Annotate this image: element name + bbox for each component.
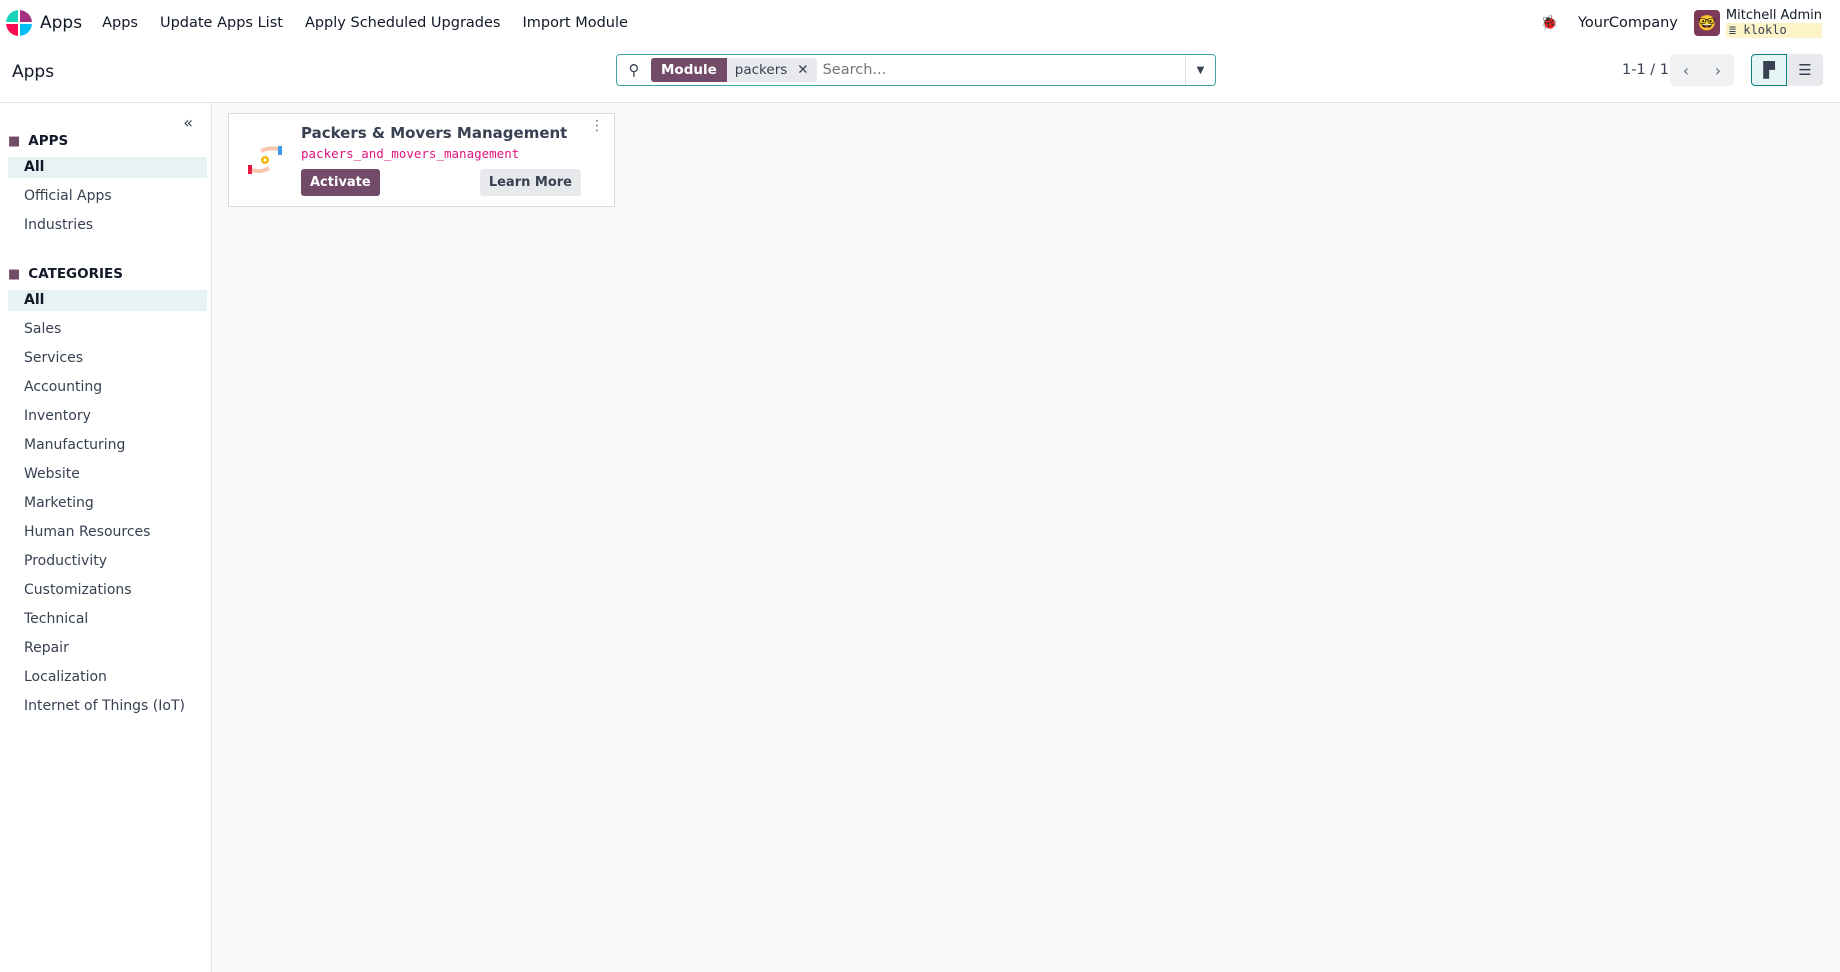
app-icon	[229, 114, 301, 206]
menu-apply-scheduled-upgrades[interactable]: Apply Scheduled Upgrades	[305, 15, 501, 31]
odoo-apps-logo-icon[interactable]	[6, 10, 32, 36]
search-bar: ⚲ Module packers ✕ ▼	[616, 54, 1216, 86]
menu-import-module[interactable]: Import Module	[522, 15, 627, 31]
sidebar-category-marketing[interactable]: Marketing	[8, 493, 207, 514]
search-facet: Module packers ✕	[651, 58, 817, 82]
menu-update-apps-list[interactable]: Update Apps List	[160, 15, 283, 31]
app-brand[interactable]: Apps	[40, 13, 82, 33]
app-technical-name: packers_and_movers_management	[301, 146, 520, 161]
activate-button[interactable]: Activate	[301, 169, 380, 196]
database-icon: ≣	[1728, 23, 1744, 37]
apps-header-label: APPS	[28, 133, 69, 149]
debug-bug-icon[interactable]: 🐞	[1541, 15, 1558, 31]
sidebar-category-productivity[interactable]: Productivity	[8, 551, 207, 572]
categories-section-header: ■ CATEGORIES	[0, 244, 211, 290]
sidebar-category-inventory[interactable]: Inventory	[8, 406, 207, 427]
kanban-content: Packers & Movers Management packers_and_…	[212, 103, 1840, 972]
apps-section-header: ■ APPS	[0, 115, 211, 157]
company-switcher[interactable]: YourCompany	[1578, 15, 1678, 31]
folder-icon: ■	[8, 133, 21, 149]
sidebar-category-technical[interactable]: Technical	[8, 609, 207, 630]
remove-facet-close-icon[interactable]: ✕	[797, 62, 808, 78]
search-icon: ⚲	[628, 61, 640, 79]
menu-apps[interactable]: Apps	[102, 15, 138, 31]
sidebar: « ■ APPS All Official Apps Industries ■ CATE…	[0, 103, 212, 972]
learn-more-button[interactable]: Learn More	[479, 169, 581, 196]
pager-previous-chevron-left-icon[interactable]: ‹	[1670, 54, 1702, 86]
database-name: kloklo	[1743, 23, 1787, 37]
sidebar-app-official-apps[interactable]: Official Apps	[8, 186, 207, 207]
card-menu-kebab-icon[interactable]: ⋮	[590, 119, 604, 133]
sidebar-app-industries[interactable]: Industries	[8, 215, 207, 236]
sidebar-category-repair[interactable]: Repair	[8, 638, 207, 659]
search-input[interactable]	[822, 62, 1185, 78]
user-menu[interactable]: Mitchell Admin ≣ kloklo	[1725, 8, 1822, 38]
sidebar-category-customizations[interactable]: Customizations	[8, 580, 207, 601]
sidebar-category-accounting[interactable]: Accounting	[8, 377, 207, 398]
sidebar-category-all[interactable]: All	[8, 290, 207, 311]
search-options-dropdown-caret-icon[interactable]: ▼	[1185, 55, 1215, 85]
app-card[interactable]: Packers & Movers Management packers_and_…	[228, 113, 615, 207]
sidebar-app-all[interactable]: All	[8, 157, 207, 178]
user-name: Mitchell Admin	[1725, 8, 1822, 23]
pager-value[interactable]: 1-1 / 1	[1622, 62, 1669, 78]
sidebar-category-localization[interactable]: Localization	[8, 667, 207, 688]
folder-icon: ■	[8, 266, 21, 282]
navbar: Apps Apps Update Apps List Apply Schedul…	[0, 0, 1840, 46]
user-avatar[interactable]: 🤓	[1693, 10, 1720, 36]
pager-next-chevron-right-icon[interactable]: ›	[1702, 54, 1734, 86]
sidebar-category-internet-of-things-iot[interactable]: Internet of Things (IoT)	[8, 696, 207, 717]
sidebar-category-services[interactable]: Services	[8, 348, 207, 369]
facet-value: packers	[734, 62, 788, 78]
list-view-button[interactable]: ☰	[1787, 54, 1823, 86]
facet-label: Module	[651, 58, 727, 82]
app-name: Packers & Movers Management	[301, 124, 568, 142]
sidebar-category-manufacturing[interactable]: Manufacturing	[8, 435, 207, 456]
sidebar-category-sales[interactable]: Sales	[8, 319, 207, 340]
sidebar-category-website[interactable]: Website	[8, 464, 207, 485]
sidebar-category-human-resources[interactable]: Human Resources	[8, 522, 207, 543]
kanban-view-button[interactable]: ▛	[1751, 54, 1787, 86]
page-title: Apps	[12, 62, 55, 82]
categories-header-label: CATEGORIES	[28, 266, 123, 282]
database-badge: ≣ kloklo	[1725, 23, 1822, 38]
control-panel: Apps ⚲ Module packers ✕ ▼ 1-1 / 1 ‹› ▛☰	[0, 46, 1840, 103]
collapse-sidebar-icon[interactable]: «	[183, 113, 193, 132]
